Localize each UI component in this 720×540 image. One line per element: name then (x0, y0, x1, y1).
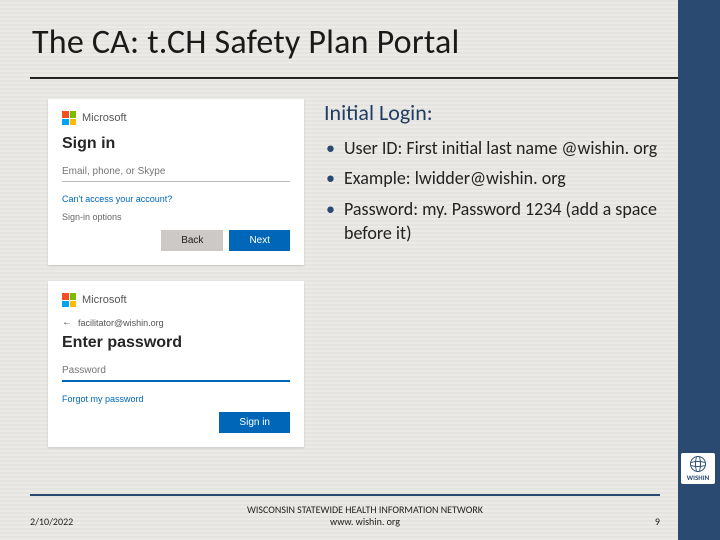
page-number: 9 (620, 515, 660, 528)
signin-heading: Sign in (62, 135, 290, 153)
ms-brand-row-2: Microsoft (62, 293, 290, 307)
arrow-left-icon: ← (62, 317, 72, 328)
microsoft-logo-icon (62, 293, 76, 307)
footer-org: WISCONSIN STATEWIDE HEALTH INFORMATION N… (110, 504, 620, 528)
password-button-row: Sign in (62, 412, 290, 433)
footer-org-line2: www. wishin. org (330, 515, 400, 528)
ms-password-card: Microsoft ← facilitator@wishin.org Enter… (48, 281, 304, 447)
next-button[interactable]: Next (229, 230, 290, 251)
forgot-password-link[interactable]: Forgot my password (62, 394, 290, 404)
ms-brand-text: Microsoft (82, 294, 127, 306)
slide: The CA: t.CH Safety Plan Portal Microsof… (0, 0, 720, 540)
globe-icon (690, 456, 706, 472)
list-item: User ID: First initial last name @wishin… (344, 136, 660, 160)
back-button[interactable]: Back (161, 230, 223, 251)
footer-rule (30, 494, 660, 496)
wishin-logo: WISHIN (681, 453, 715, 484)
signin-options-link[interactable]: Sign-in options (62, 212, 290, 222)
footer: 2/10/2022 WISCONSIN STATEWIDE HEALTH INF… (30, 504, 660, 528)
password-input[interactable] (62, 361, 290, 382)
title-area: The CA: t.CH Safety Plan Portal (0, 0, 720, 67)
ms-brand-text: Microsoft (82, 112, 127, 124)
password-heading: Enter password (62, 334, 290, 352)
list-item: Example: lwidder@wishin. org (344, 166, 660, 190)
screenshot-column: Microsoft Sign in Can't access your acco… (48, 99, 304, 540)
microsoft-logo-icon (62, 111, 76, 125)
bullet-list: User ID: First initial last name @wishin… (324, 136, 660, 245)
instruction-column: Initial Login: User ID: First initial la… (324, 99, 660, 540)
signin-button[interactable]: Sign in (219, 412, 290, 433)
section-heading: Initial Login: (324, 99, 660, 126)
ms-signin-card: Microsoft Sign in Can't access your acco… (48, 99, 304, 265)
list-item: Password: my. Password 1234 (add a space… (344, 197, 660, 246)
account-email: facilitator@wishin.org (78, 318, 164, 328)
footer-date: 2/10/2022 (30, 515, 110, 528)
account-back-row[interactable]: ← facilitator@wishin.org (62, 317, 290, 328)
content-row: Microsoft Sign in Can't access your acco… (0, 79, 720, 540)
signin-email-input[interactable] (62, 162, 290, 182)
slide-title: The CA: t.CH Safety Plan Portal (32, 22, 660, 63)
cant-access-link[interactable]: Can't access your account? (62, 194, 290, 204)
signin-button-row: Back Next (62, 230, 290, 251)
ms-brand-row: Microsoft (62, 111, 290, 125)
wishin-logo-text: WISHIN (687, 473, 709, 482)
